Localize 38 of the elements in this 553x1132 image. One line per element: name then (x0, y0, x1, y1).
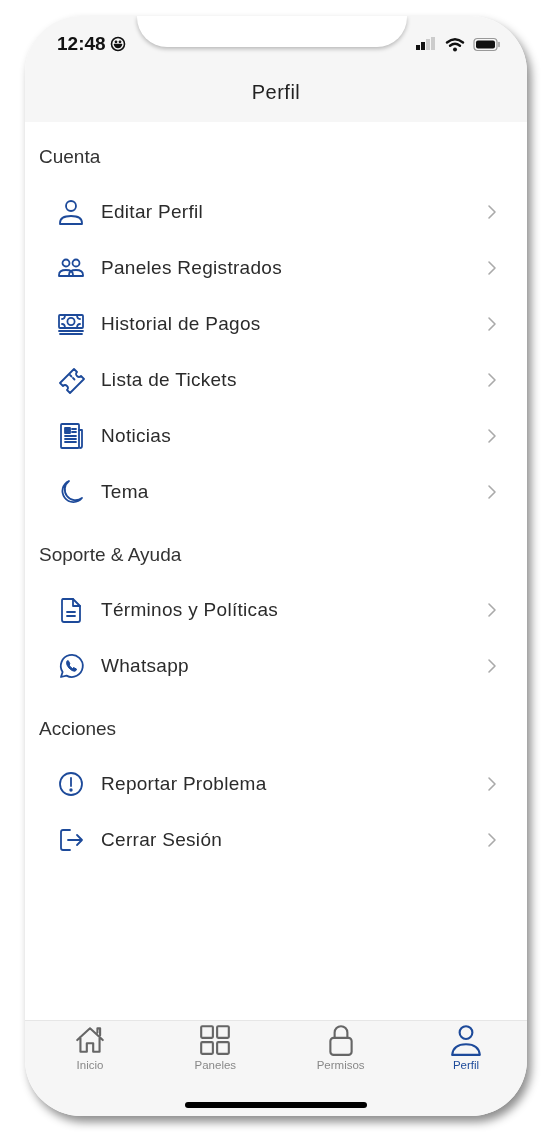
chevron-right-icon (487, 428, 497, 444)
chevron-right-icon (487, 776, 497, 792)
menu-item[interactable]: Tema (39, 464, 527, 520)
chevron-right-icon (487, 260, 497, 276)
battery-icon (473, 36, 501, 52)
person-icon (57, 198, 85, 226)
menu-item[interactable]: Términos y Políticas (39, 582, 527, 638)
signal-icon (415, 37, 437, 51)
newspaper-icon (57, 422, 85, 450)
chat-phone-icon (57, 652, 85, 680)
tab-button[interactable]: Perfil (431, 1023, 501, 1075)
ticket-icon (57, 366, 85, 394)
smiley-icon (109, 36, 126, 52)
menu-item[interactable]: Editar Perfil (39, 184, 527, 240)
menu-item[interactable]: Lista de Tickets (39, 352, 527, 408)
menu-item[interactable]: Cerrar Sesión (39, 812, 527, 868)
chevron-right-icon (487, 204, 497, 220)
menu-item[interactable]: Reportar Problema (39, 756, 527, 812)
menu-item[interactable]: Whatsapp (39, 638, 527, 694)
page-title: Perfil (251, 80, 301, 105)
status-time: 12:48 (57, 31, 106, 56)
section-title: Acciones (39, 716, 117, 741)
menu-item[interactable]: Noticias (39, 408, 527, 464)
section-title: Soporte & Ayuda (39, 542, 182, 567)
chevron-right-icon (487, 602, 497, 618)
menu-item[interactable]: Paneles Registrados (39, 240, 527, 296)
section-title: Cuenta (39, 144, 101, 169)
wifi-icon (445, 36, 465, 52)
chevron-right-icon (487, 484, 497, 500)
person-icon (449, 1023, 483, 1057)
chevron-right-icon (487, 316, 497, 332)
exclamation-icon (57, 770, 85, 798)
chevron-right-icon (487, 832, 497, 848)
menu-item[interactable]: Historial de Pagos (39, 296, 527, 352)
chevron-right-icon (487, 372, 497, 388)
exit-icon (57, 826, 85, 854)
grid-icon (198, 1023, 233, 1057)
chevron-right-icon (487, 658, 497, 674)
